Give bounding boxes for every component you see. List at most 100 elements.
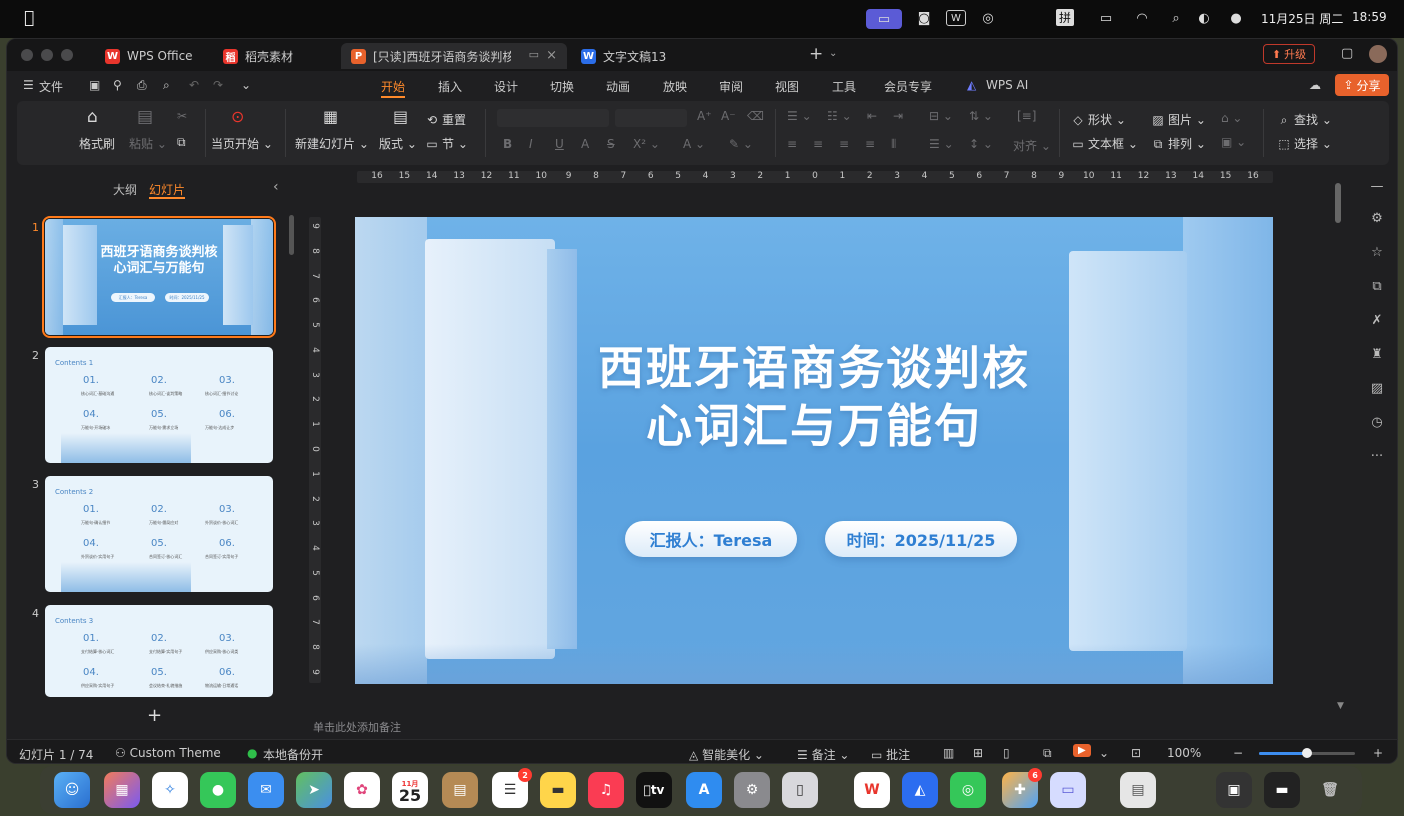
align-left-icon[interactable]: ≡	[787, 137, 797, 151]
slide-canvas[interactable]: 西班牙语商务谈判核 心词汇与万能句 汇报人：Teresa 时间：2025/11/…	[355, 217, 1273, 684]
font-color-icon[interactable]: A ⌄	[683, 137, 705, 151]
textbox-button[interactable]: ▭ 文本框 ⌄	[1071, 135, 1138, 152]
share-button[interactable]: ⇪ 分享	[1335, 74, 1389, 96]
slide-scrollbar[interactable]	[1335, 183, 1341, 223]
siri-icon[interactable]: ●	[1226, 9, 1246, 27]
chevron-down-icon[interactable]: ⌄	[829, 48, 837, 59]
copy-layers-icon[interactable]: ⧉	[1367, 279, 1387, 299]
tab-wps-office[interactable]: W WPS Office	[95, 43, 207, 69]
date-pill[interactable]: 时间：2025/11/25	[825, 521, 1017, 557]
search-icon[interactable]: ⌕	[1166, 9, 1186, 27]
increase-font-icon[interactable]: A⁺	[697, 109, 712, 123]
chevron-down-icon[interactable]: ⌄	[1099, 746, 1109, 760]
shape-button[interactable]: ◇ 形状 ⌄	[1071, 111, 1126, 128]
finder-icon[interactable]: ☺	[54, 772, 90, 808]
window-layout-icon[interactable]: ▢	[1341, 46, 1353, 61]
reminders-icon[interactable]: ☰ 2	[492, 768, 532, 808]
terminal-icon[interactable]: ▬	[1264, 772, 1300, 808]
battery-icon[interactable]: ▭	[1094, 9, 1118, 27]
menubar-time[interactable]: 18:59	[1352, 10, 1387, 24]
paste-button[interactable]: 粘贴 ⌄	[129, 135, 167, 152]
tab-insert[interactable]: 插入	[438, 78, 462, 95]
print-icon[interactable]: ⎙	[137, 78, 147, 93]
new-tab-button[interactable]: +	[809, 44, 823, 64]
increase-indent-icon[interactable]: ⇥	[893, 109, 903, 123]
share-link-icon[interactable]: ⚲	[113, 78, 122, 92]
zoom-out-button[interactable]: −	[1233, 746, 1243, 760]
slide-thumbnail-2[interactable]: Contents 1 01. 核心词汇·基础沟通 02. 核心词汇·谈判策略 0…	[45, 347, 273, 463]
apple-menu-icon[interactable]: 	[24, 8, 34, 28]
screen-share-icon[interactable]: ▭	[1050, 772, 1086, 808]
play-slideshow-button[interactable]: ▶	[1073, 744, 1091, 757]
upgrade-button[interactable]: ⬆ 升级	[1263, 44, 1315, 64]
tab-current-presentation[interactable]: P [只读]西班牙语商务谈判核心 ▭ ×	[341, 43, 567, 69]
meeting-icon[interactable]: ◙	[914, 9, 934, 27]
reading-view-icon[interactable]: ▯	[1003, 746, 1010, 760]
app-store-icon[interactable]: A	[686, 772, 722, 808]
slide-thumbnail-1[interactable]: 西班牙语商务谈判核 心词汇与万能句 汇报人：Teresa 时间：2025/11/…	[42, 216, 276, 338]
iphone-mirroring-icon[interactable]: ▯	[782, 772, 818, 808]
save-icon[interactable]: ▣	[89, 78, 100, 92]
layout-button[interactable]: 版式 ⌄	[379, 135, 417, 152]
picture-button[interactable]: ▨ 图片 ⌄	[1151, 111, 1206, 128]
window-close-button[interactable]	[21, 49, 33, 61]
tab-slides[interactable]: 幻灯片	[149, 181, 185, 198]
slide-thumbnail-4[interactable]: Contents 3 01. 支付结算·核心词汇 02. 支付结算·实用句子 0…	[45, 605, 273, 697]
underline-icon[interactable]: U	[555, 137, 564, 151]
add-slide-button[interactable]: +	[147, 705, 162, 726]
slide-title-line-1[interactable]: 西班牙语商务谈判核	[355, 339, 1273, 397]
columns-icon[interactable]: [≡]	[1017, 109, 1036, 123]
align-right-icon[interactable]: ≡	[839, 137, 849, 151]
tab-outline[interactable]: 大纲	[113, 181, 137, 198]
line-spacing-icon[interactable]: ⊟ ⌄	[929, 109, 953, 123]
collapse-icon[interactable]: —	[1367, 179, 1387, 199]
avatar[interactable]	[1369, 45, 1387, 63]
tab-animations[interactable]: 动画	[606, 78, 630, 95]
screen-mirroring-icon[interactable]: ▭	[866, 9, 902, 29]
paragraph-spacing-icon[interactable]: ☰ ⌄	[929, 137, 954, 151]
bullet-list-icon[interactable]: ☰ ⌄	[787, 109, 812, 123]
messages-icon[interactable]: ●	[200, 772, 236, 808]
align-text-button[interactable]: 对齐 ⌄	[1013, 137, 1051, 154]
format-painter-icon[interactable]: ⌂	[87, 107, 98, 127]
cut-icon[interactable]: ✂	[177, 109, 187, 123]
menu-icon[interactable]: ☰	[23, 78, 34, 92]
documents-stack-icon[interactable]: ▤	[1120, 772, 1156, 808]
photos-icon[interactable]: ✿	[344, 772, 380, 808]
italic-icon[interactable]: I	[529, 137, 533, 151]
copy-icon[interactable]: ⧉	[177, 135, 186, 150]
tab-review[interactable]: 审阅	[719, 78, 743, 95]
zoom-slider[interactable]	[1259, 748, 1355, 758]
file-menu[interactable]: 文件	[39, 78, 63, 95]
format-painter-button[interactable]: 格式刷	[79, 135, 115, 152]
presenter-view-icon[interactable]: ⧉	[1043, 746, 1052, 761]
safari-icon[interactable]: ✧	[152, 772, 188, 808]
section-button[interactable]: ▭ 节 ⌄	[425, 135, 468, 152]
notes-placeholder[interactable]: 单击此处添加备注	[313, 719, 401, 735]
scroll-down-icon[interactable]: ▼	[1337, 701, 1344, 711]
local-backup-status[interactable]: 本地备份开	[263, 746, 323, 763]
smart-beautify-button[interactable]: ◬ 智能美化 ⌄	[689, 746, 764, 763]
properties-icon[interactable]: ⚙	[1367, 211, 1387, 231]
vertical-spacing-icon[interactable]: ↕ ⌄	[969, 137, 993, 151]
font-size-select[interactable]	[615, 109, 687, 127]
clear-format-icon[interactable]: ⌫	[747, 109, 764, 123]
trash-icon[interactable]: 🗑	[1312, 772, 1348, 808]
shirt-theme-icon[interactable]: ♜	[1367, 347, 1387, 367]
vertical-ruler[interactable]: 9 8 7 6 5 4 3 2 1 0 1 2 3 4 5 6 7 8 9	[309, 217, 321, 683]
select-button[interactable]: ⬚ 选择 ⌄	[1277, 135, 1332, 152]
redo-icon[interactable]: ↷	[213, 78, 223, 92]
fill-color-icon[interactable]: ⌂ ⌄	[1221, 111, 1243, 125]
maps-icon[interactable]: ➤	[296, 772, 332, 808]
tab-slideshow[interactable]: 放映	[663, 78, 687, 95]
find-button[interactable]: ⌕ 查找 ⌄	[1277, 111, 1332, 128]
align-center-icon[interactable]: ≡	[813, 137, 823, 151]
decrease-font-icon[interactable]: A⁻	[721, 109, 736, 123]
notes-folder-icon[interactable]: ▤	[442, 772, 478, 808]
cloud-sync-icon[interactable]: ☁	[1309, 78, 1321, 92]
numbered-list-icon[interactable]: ☷ ⌄	[827, 109, 852, 123]
image-edit-icon[interactable]: ▨	[1367, 381, 1387, 401]
slide-thumbnail-3[interactable]: Contents 2 01. 万能句·确认细节 02. 万能句·僵局应对 03.…	[45, 476, 273, 592]
apple-tv-icon[interactable]: tv	[636, 772, 672, 808]
tab-docer-material[interactable]: 稻 稻壳素材	[213, 43, 337, 69]
